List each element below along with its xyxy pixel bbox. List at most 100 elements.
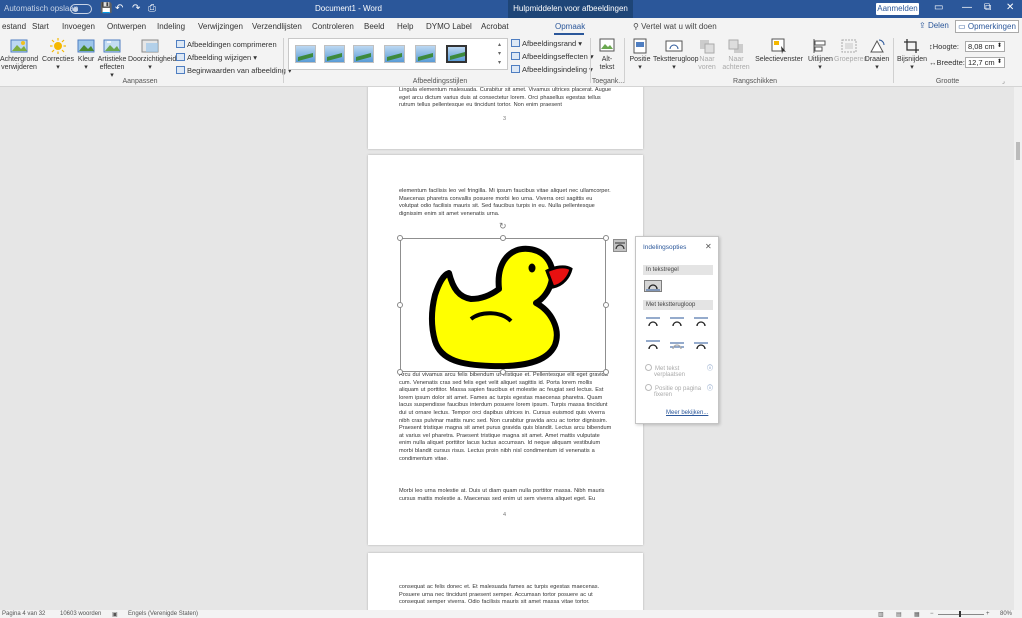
picture-style-1[interactable]	[295, 45, 316, 63]
sign-in-button[interactable]: Aanmelden	[876, 3, 919, 15]
page-4-paragraph-3[interactable]: Morbi leo urna molestie at. Duis ut diam…	[399, 488, 612, 503]
wrap-in-front-icon[interactable]	[692, 339, 710, 351]
print-layout-icon[interactable]: ▤	[896, 611, 902, 618]
tab-design[interactable]: Ontwerpen	[107, 22, 146, 31]
ribbon-display-icon[interactable]: ▭	[934, 2, 943, 13]
redo-icon[interactable]: ↷	[132, 3, 140, 14]
wrap-top-bottom-icon[interactable]	[644, 339, 662, 351]
info-icon[interactable]: ⓘ	[707, 363, 713, 372]
close-icon[interactable]: ✕	[705, 242, 712, 251]
gallery-scroll-up-icon[interactable]: ▴	[498, 41, 501, 48]
tab-home[interactable]: Start	[32, 22, 49, 31]
reset-picture-button[interactable]: Beginwaarden van afbeelding ▾	[176, 66, 292, 75]
web-layout-icon[interactable]: ▦	[914, 611, 920, 618]
align-button[interactable]: Uitlijnen ▾	[808, 38, 833, 72]
compress-pictures-button[interactable]: Afbeeldingen comprimeren	[176, 40, 277, 49]
page-count[interactable]: Pagina 4 van 32	[2, 611, 45, 617]
zoom-slider[interactable]	[938, 614, 984, 615]
remove-background-button[interactable]: Achtergrond verwijderen	[0, 38, 38, 72]
page-4-paragraph-1[interactable]: elementum facilisis leo vel fringilla. M…	[399, 188, 612, 218]
rotate-button[interactable]: Draaien ▾	[864, 38, 890, 72]
picture-style-2[interactable]	[324, 45, 345, 63]
restore-button[interactable]: ⧉	[984, 2, 991, 13]
wrap-tight-icon[interactable]	[668, 316, 686, 328]
wrap-square-icon[interactable]	[644, 316, 662, 328]
undo-icon[interactable]: ↶	[115, 3, 123, 14]
resize-handle-se[interactable]	[603, 369, 609, 375]
language[interactable]: Engels (Verenigde Staten)	[128, 611, 198, 617]
picture-border-button[interactable]: Afbeeldingsrand ▾	[511, 39, 582, 48]
resize-handle-w[interactable]	[397, 302, 403, 308]
autosave-toggle[interactable]	[70, 4, 92, 14]
tab-file[interactable]: estand	[2, 22, 26, 31]
read-mode-icon[interactable]: ▥	[878, 611, 884, 618]
artistic-effects-button[interactable]: Artistieke effecten ▾	[97, 38, 127, 80]
wrap-text-button[interactable]: Tekstterugloop ▾	[653, 38, 699, 72]
size-dialog-launcher-icon[interactable]: ⌟	[1002, 78, 1005, 85]
group-objects-button[interactable]: Groeperen	[834, 38, 867, 64]
selection-pane-button[interactable]: Selectievenster	[751, 38, 807, 64]
fix-position-radio[interactable]: Positie op pagina fixeren	[645, 384, 701, 398]
proofing-icon[interactable]: ▣	[112, 611, 118, 618]
gallery-scroll-down-icon[interactable]: ▾	[498, 50, 501, 57]
resize-handle-sw[interactable]	[397, 369, 403, 375]
comments-button[interactable]: ▭ Opmerkingen	[955, 20, 1019, 33]
wrap-behind-text-icon[interactable]	[668, 339, 686, 351]
tab-review[interactable]: Controleren	[312, 22, 354, 31]
height-input[interactable]: 8,08 cm ⬍	[965, 41, 1005, 52]
tab-insert[interactable]: Invoegen	[62, 22, 95, 31]
resize-handle-e[interactable]	[603, 302, 609, 308]
share-button[interactable]: ⇪ Delen	[919, 21, 949, 30]
alt-text-button[interactable]: Alt-tekst	[594, 38, 620, 72]
zoom-level[interactable]: 80%	[1000, 611, 1012, 617]
picture-styles-gallery[interactable]: ▴ ▾ ▾	[288, 38, 508, 70]
spinner-icon[interactable]: ⬍	[997, 58, 1002, 67]
gallery-more-icon[interactable]: ▾	[498, 59, 501, 66]
picture-layout-button[interactable]: Afbeeldingsindeling ▾	[511, 65, 593, 74]
layout-options-button[interactable]	[613, 239, 627, 252]
tab-acrobat[interactable]: Acrobat	[481, 22, 509, 31]
selected-picture[interactable]: ↻	[397, 221, 609, 375]
close-button[interactable]: ✕	[1006, 2, 1014, 13]
page-3-text[interactable]: Lingula elementum malesuada. Curabitur s…	[399, 87, 612, 110]
page-5-text[interactable]: consequat ac felis donec et. Et malesuad…	[399, 584, 612, 607]
zoom-slider-thumb[interactable]	[959, 611, 961, 617]
word-count[interactable]: 10603 woorden	[60, 611, 101, 617]
page-5[interactable]: consequat ac felis donec et. Et malesuad…	[368, 553, 643, 610]
tab-dymo[interactable]: DYMO Label	[426, 22, 472, 31]
resize-handle-n[interactable]	[500, 235, 506, 241]
minimize-button[interactable]: —	[962, 2, 972, 13]
crop-button[interactable]: Bijsnijden ▾	[897, 38, 927, 72]
bring-forward-button[interactable]: Naar voren	[696, 38, 718, 72]
picture-style-4[interactable]	[384, 45, 405, 63]
spinner-icon[interactable]: ⬍	[997, 42, 1002, 51]
picture-style-6[interactable]	[446, 45, 467, 63]
resize-handle-s[interactable]	[500, 369, 506, 375]
wrap-through-icon[interactable]	[692, 316, 710, 328]
picture-style-5[interactable]	[415, 45, 436, 63]
send-backward-button[interactable]: Naar achteren	[722, 38, 750, 72]
save-icon[interactable]: 💾	[100, 3, 112, 14]
resize-handle-ne[interactable]	[603, 235, 609, 241]
tab-help[interactable]: Help	[397, 22, 413, 31]
tab-format[interactable]: Opmaak	[555, 22, 585, 31]
see-more-link[interactable]: Meer bekijken...	[666, 410, 708, 416]
move-with-text-radio[interactable]: Met tekst verplaatsen	[645, 364, 685, 378]
quick-print-icon[interactable]: ⎙	[148, 3, 156, 14]
info-icon[interactable]: ⓘ	[707, 383, 713, 392]
resize-handle-nw[interactable]	[397, 235, 403, 241]
rotate-handle-icon[interactable]: ↻	[499, 221, 507, 232]
tab-mailings[interactable]: Verzendlijsten	[252, 22, 302, 31]
wrap-inline-icon[interactable]	[644, 280, 662, 292]
tab-references[interactable]: Verwijzingen	[198, 22, 243, 31]
tab-layout[interactable]: Indeling	[157, 22, 185, 31]
tell-me-box[interactable]: ⚲ Vertel wat u wilt doen	[633, 22, 717, 31]
scrollbar-thumb[interactable]	[1016, 142, 1020, 160]
page-4-paragraph-2[interactable]: Arcu dui vivamus arcu felis bibendum ut …	[399, 372, 612, 463]
vertical-scrollbar[interactable]	[1014, 87, 1022, 610]
zoom-in-icon[interactable]: +	[986, 611, 990, 617]
corrections-button[interactable]: Correcties ▾	[42, 38, 74, 72]
position-button[interactable]: Positie ▾	[627, 38, 653, 72]
picture-style-3[interactable]	[353, 45, 374, 63]
width-input[interactable]: 12,7 cm ⬍	[965, 57, 1005, 68]
